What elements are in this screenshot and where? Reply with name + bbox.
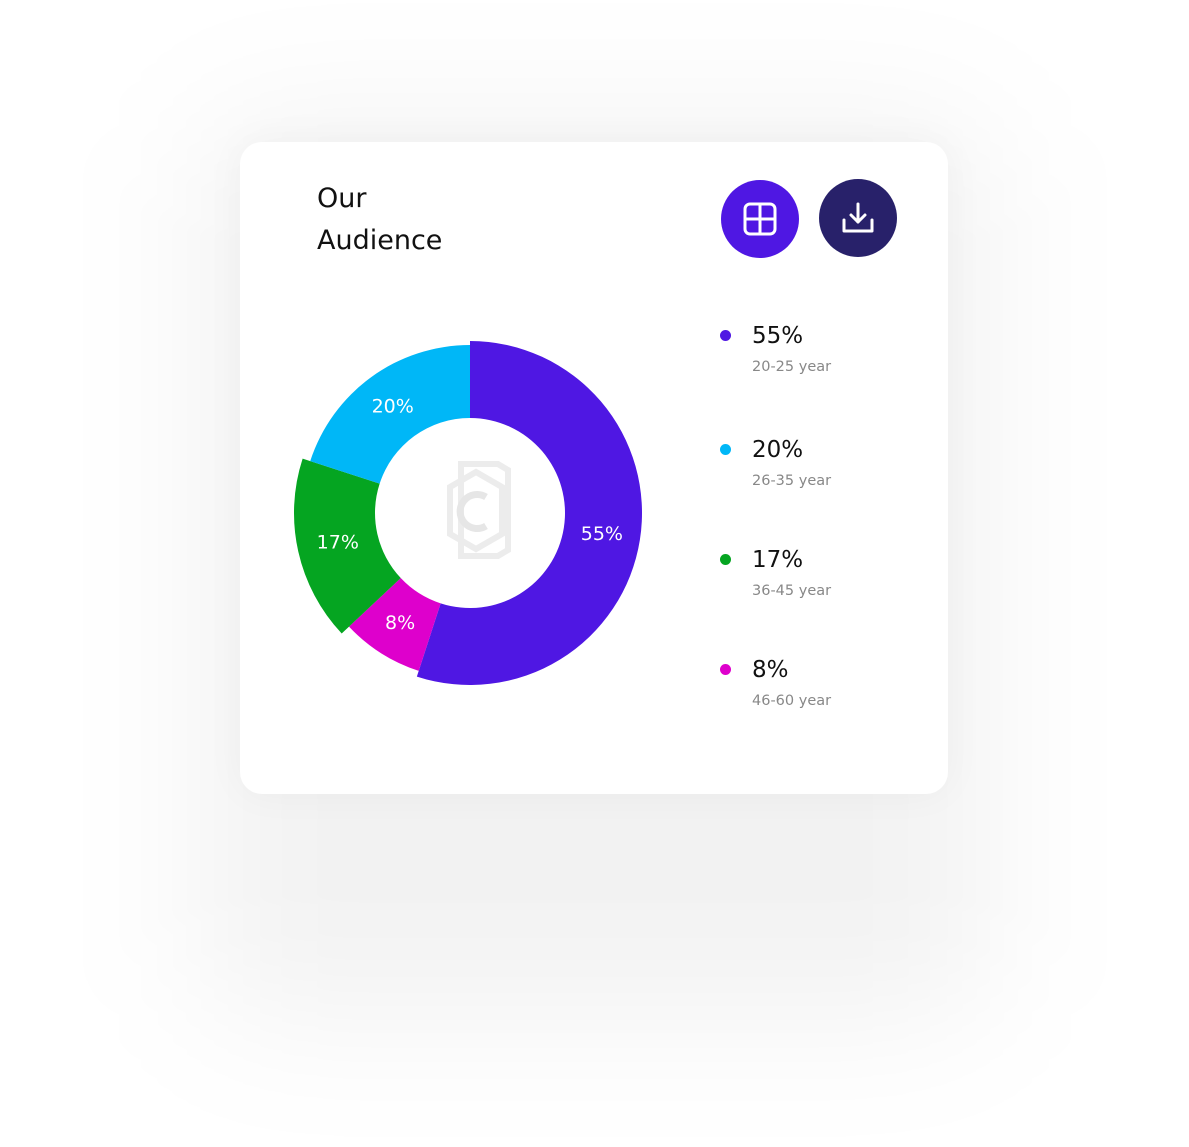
legend-dot — [720, 664, 731, 675]
slice-label: 8% — [385, 612, 415, 634]
legend-range: 36-45 year — [752, 583, 832, 599]
audience-card: Our Audience 55% 8% 17% 20% 55% 20-25 ye… — [240, 142, 948, 794]
legend-value: 17% — [752, 547, 804, 573]
stage: Our Audience 55% 8% 17% 20% 55% 20-25 ye… — [0, 0, 1189, 1147]
legend-dot — [720, 444, 731, 455]
center-logo-icon — [447, 461, 511, 559]
legend-range: 26-35 year — [752, 473, 832, 489]
legend-value: 8% — [752, 657, 789, 683]
slice-label: 55% — [581, 523, 623, 545]
download-icon — [841, 201, 875, 235]
legend-value: 20% — [752, 437, 804, 463]
legend-item: 55% 20-25 year — [720, 322, 940, 392]
audience-donut-chart: 55% 8% 17% 20% — [294, 341, 642, 686]
slice-label: 17% — [317, 532, 359, 554]
legend-item: 20% 26-35 year — [720, 436, 940, 506]
legend-range: 46-60 year — [752, 693, 832, 709]
slice-label: 20% — [372, 396, 414, 418]
grid-icon — [743, 202, 777, 236]
legend-dot — [720, 330, 731, 341]
download-button[interactable] — [819, 179, 897, 257]
grid-view-button[interactable] — [721, 180, 799, 258]
legend-range: 20-25 year — [752, 359, 832, 375]
legend-value: 55% — [752, 323, 804, 349]
legend-item: 17% 36-45 year — [720, 546, 940, 616]
legend-dot — [720, 554, 731, 565]
legend-item: 8% 46-60 year — [720, 656, 940, 726]
